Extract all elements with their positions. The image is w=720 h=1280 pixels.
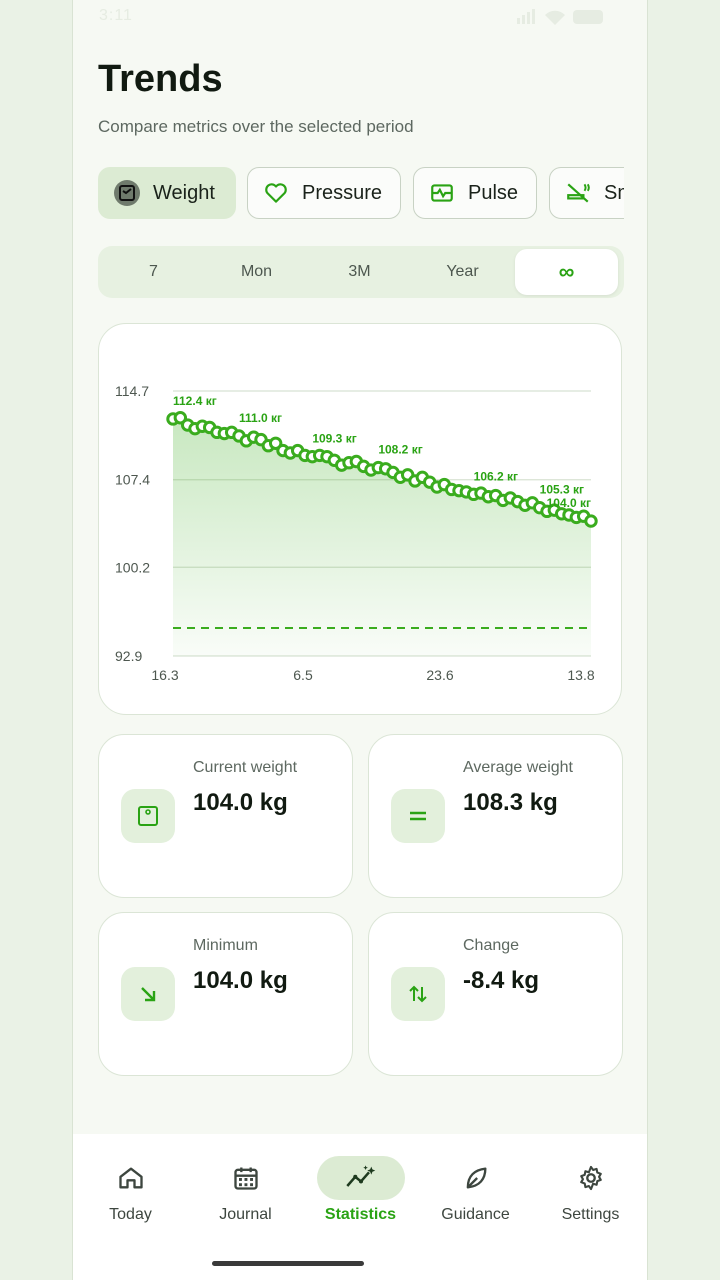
y-tick-label: 92.9 <box>115 648 142 664</box>
data-label: 108.2 кг <box>378 443 422 457</box>
weight-chart-card: 114.7 107.4 100.2 92.9 16.3 6.5 23.6 13.8 112.… <box>98 323 622 715</box>
nav-label: Today <box>109 1206 152 1223</box>
nav-journal[interactable]: Journal <box>188 1134 303 1244</box>
nav-label: Statistics <box>324 1206 397 1223</box>
stat-change: Change -8.4 kg <box>368 912 623 1076</box>
scale-icon <box>121 789 175 843</box>
period-7[interactable]: 7 <box>102 246 205 298</box>
app-screen: 3:11 Trends Compare metrics over the sel… <box>72 0 648 1280</box>
gear-icon <box>547 1156 635 1200</box>
stat-label: Change <box>463 937 520 954</box>
tab-smoking-label: Sm <box>604 181 624 204</box>
stat-label: Current weight <box>193 759 298 776</box>
tab-pulse[interactable]: Pulse <box>413 167 537 219</box>
heart-icon <box>262 179 290 207</box>
stat-value: 104.0 kg <box>193 789 288 816</box>
data-label: 111.0 кг <box>239 411 282 425</box>
home-indicator <box>212 1261 364 1266</box>
scale-icon <box>113 179 141 207</box>
stat-value: -8.4 kg <box>463 967 540 994</box>
tab-weight-label: Weight <box>153 181 215 204</box>
x-tick-label: 23.6 <box>426 667 453 683</box>
data-label: 104.0 кг <box>547 496 591 510</box>
weight-chart: 114.7 107.4 100.2 92.9 16.3 6.5 23.6 13.8 112.… <box>115 383 598 683</box>
data-label: 112.4 кг <box>173 394 217 408</box>
period-selector: 7 Mon 3M Year ∞ <box>98 246 624 298</box>
page-title: Trends <box>98 58 223 100</box>
tab-pulse-label: Pulse <box>468 181 519 204</box>
tab-weight[interactable]: Weight <box>98 167 236 219</box>
nav-label: Settings <box>561 1206 620 1223</box>
status-icons <box>517 6 607 31</box>
data-label: 105.3 кг <box>540 483 584 497</box>
stat-value: 104.0 kg <box>193 967 288 994</box>
nav-label: Guidance <box>441 1206 510 1223</box>
stat-label: Minimum <box>193 937 258 954</box>
tab-smoking[interactable]: Sm <box>549 167 624 219</box>
data-label: 106.2 кг <box>474 469 518 483</box>
stat-label: Average weight <box>463 759 573 776</box>
status-time: 3:11 <box>99 7 133 24</box>
data-label: 109.3 кг <box>312 432 356 446</box>
period-year[interactable]: Year <box>411 246 514 298</box>
nav-label: Journal <box>219 1206 272 1223</box>
period-all[interactable]: ∞ <box>515 249 618 295</box>
smoking-icon <box>564 179 592 207</box>
x-tick-label: 16.3 <box>151 667 178 683</box>
swap-vertical-icon <box>391 967 445 1021</box>
nav-today[interactable]: Today <box>73 1134 188 1244</box>
calendar-icon <box>202 1156 290 1200</box>
status-bar: 3:11 <box>73 0 647 34</box>
x-tick-label: 13.8 <box>567 667 594 683</box>
nav-statistics[interactable]: Statistics <box>303 1134 418 1244</box>
stat-value: 108.3 kg <box>463 789 558 816</box>
arrow-down-right-icon <box>121 967 175 1021</box>
stat-minimum: Minimum 104.0 kg <box>98 912 353 1076</box>
data-point[interactable] <box>584 514 598 528</box>
pulse-icon <box>428 179 456 207</box>
tab-pressure[interactable]: Pressure <box>247 167 401 219</box>
y-tick-label: 114.7 <box>115 383 149 399</box>
stat-average-weight: Average weight 108.3 kg <box>368 734 623 898</box>
x-tick-label: 6.5 <box>293 667 313 683</box>
period-month[interactable]: Mon <box>205 246 308 298</box>
equals-icon <box>391 789 445 843</box>
leaf-icon <box>432 1156 520 1200</box>
nav-settings[interactable]: Settings <box>533 1134 647 1244</box>
bottom-navigation: Today Journal Statistics Guidance Settin… <box>73 1134 647 1280</box>
chart-icon <box>316 1156 405 1200</box>
y-tick-label: 107.4 <box>115 472 150 488</box>
nav-guidance[interactable]: Guidance <box>418 1134 533 1244</box>
home-icon <box>87 1156 175 1200</box>
stat-current-weight: Current weight 104.0 kg <box>98 734 353 898</box>
period-3m[interactable]: 3M <box>308 246 411 298</box>
tab-pressure-label: Pressure <box>302 181 383 204</box>
page-subtitle: Compare metrics over the selected period <box>98 117 414 136</box>
metric-tabs: Weight Pressure Pulse Sm <box>98 167 624 221</box>
y-tick-label: 100.2 <box>115 559 150 575</box>
